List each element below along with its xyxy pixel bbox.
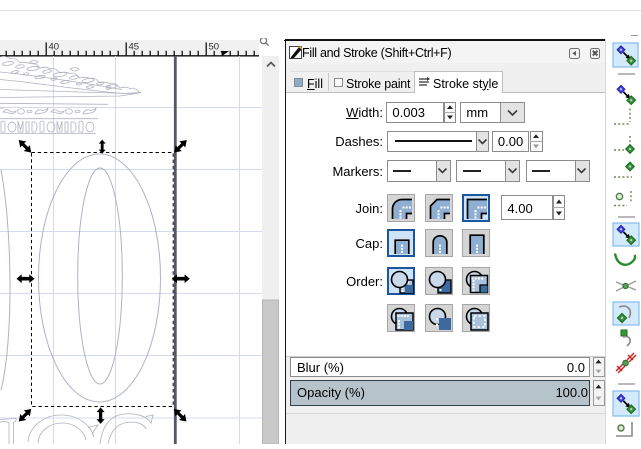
- svg-text:40: 40: [49, 42, 60, 53]
- svg-text:45: 45: [129, 42, 140, 53]
- svg-text:50: 50: [209, 42, 220, 53]
